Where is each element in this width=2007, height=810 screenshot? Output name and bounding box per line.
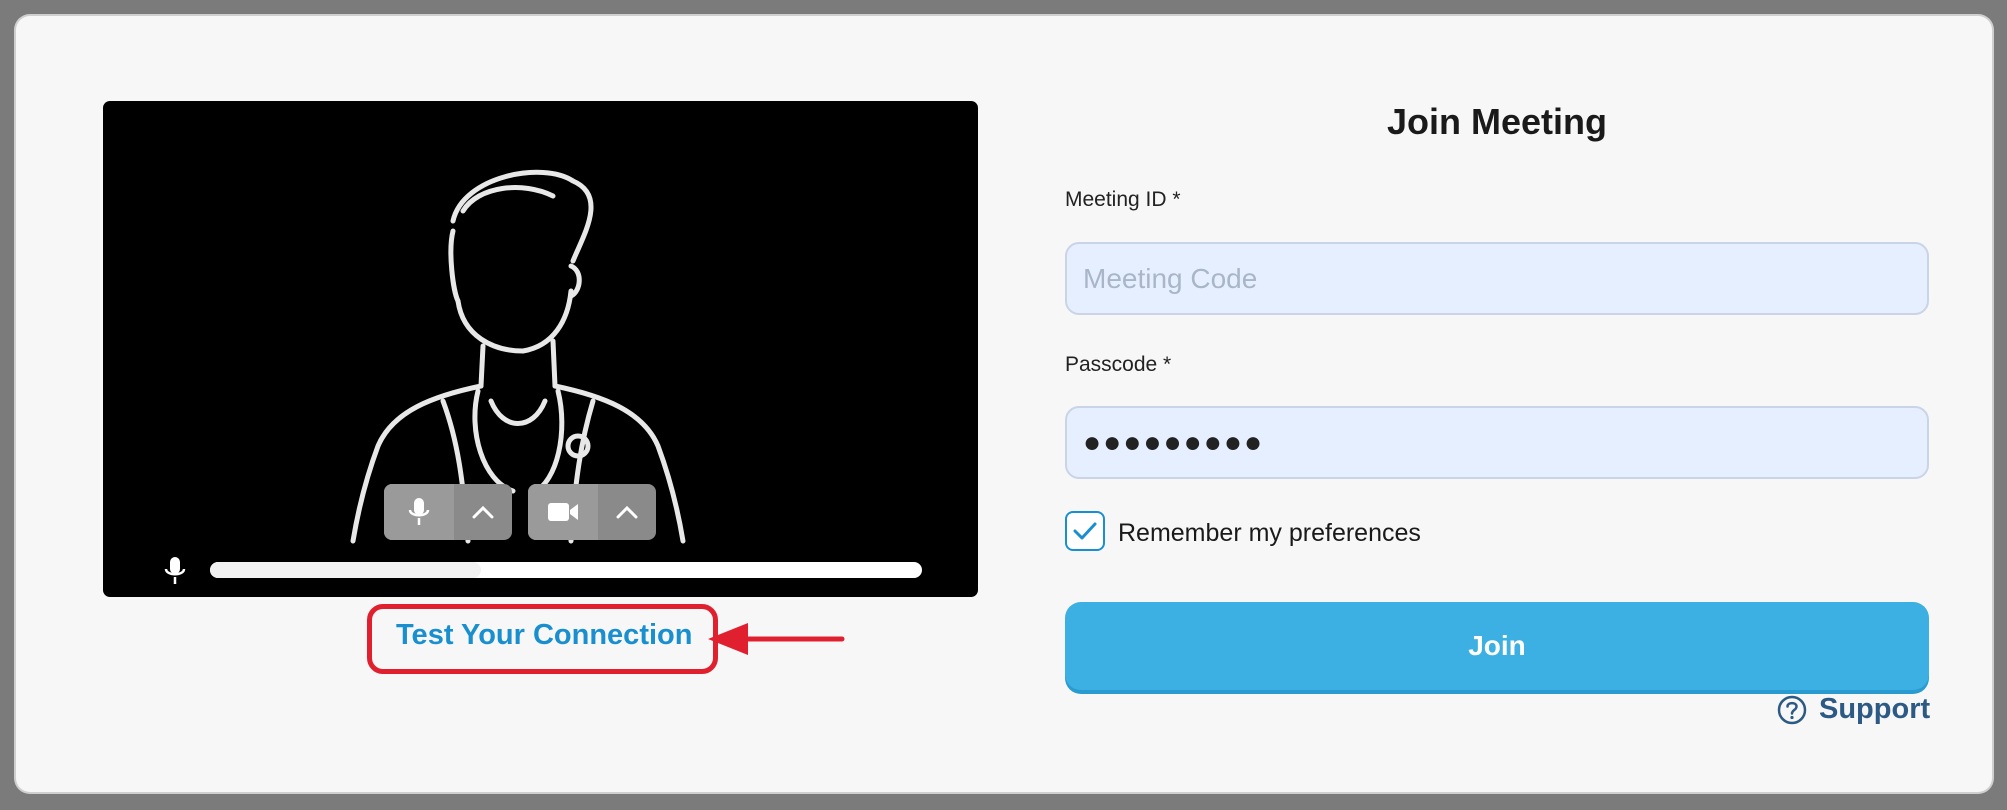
microphone-control-group [384,484,512,540]
annotation-highlight-box [367,604,718,674]
camera-button[interactable] [528,484,598,540]
page-title: Join Meeting [1386,101,1607,142]
join-button[interactable]: Join [1065,602,1929,690]
chevron-up-icon [472,505,494,519]
help-circle-icon [1777,695,1807,724]
meeting-id-input[interactable] [1065,242,1929,315]
video-preview [103,101,978,597]
passcode-label: Passcode * [1065,353,1172,376]
microphone-button[interactable] [384,484,454,540]
camera-options-button[interactable] [598,484,656,540]
meeting-id-label: Meeting ID * [1065,188,1181,211]
annotation-arrow-icon [708,623,845,655]
microphone-icon [408,498,430,525]
support-link[interactable]: Support [1777,693,1930,726]
remember-preferences-checkbox[interactable] [1065,511,1105,551]
audio-level-meter [210,562,922,578]
microphone-options-button[interactable] [454,484,512,540]
chevron-up-icon [616,505,638,519]
passcode-input[interactable] [1065,406,1929,479]
support-label: Support [1819,693,1931,725]
join-meeting-card: Test Your Connection Join Meeting Meetin… [16,16,1992,792]
camera-control-group [528,484,656,540]
audio-level-fill [210,562,481,578]
video-camera-icon [548,503,578,521]
checkmark-icon [1073,522,1097,540]
audio-level-microphone-icon [164,557,186,584]
remember-preferences-label[interactable]: Remember my preferences [1118,519,1421,548]
